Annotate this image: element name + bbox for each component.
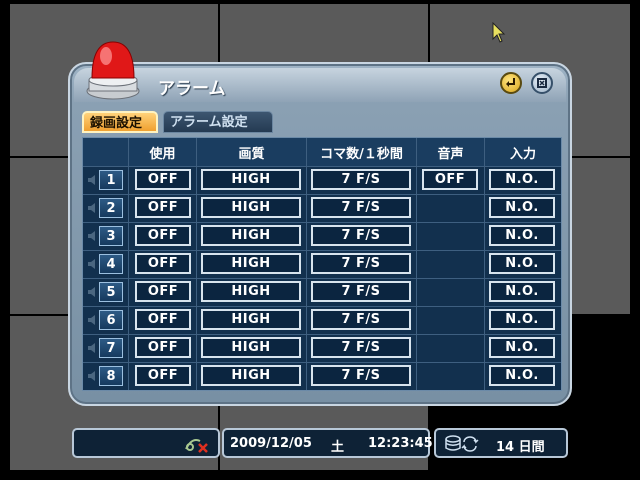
use-cell[interactable]: OFF [135, 309, 191, 330]
channel-number: 3 [99, 226, 123, 246]
channel-number: 6 [99, 310, 123, 330]
fps-cell[interactable]: 7 F/S [311, 365, 411, 386]
input-cell[interactable]: N.O. [489, 309, 555, 330]
audio-cell[interactable]: OFF [422, 169, 478, 190]
use-cell[interactable]: OFF [135, 225, 191, 246]
input-cell[interactable]: N.O. [489, 281, 555, 302]
use-cell[interactable]: OFF [135, 365, 191, 386]
speaker-icon [88, 203, 95, 213]
channel-number: 5 [99, 282, 123, 302]
table-row: 7 OFF HIGH 7 F/S N.O. [83, 334, 561, 362]
dialog-title: アラーム [158, 79, 226, 99]
use-cell[interactable]: OFF [135, 197, 191, 218]
fps-cell[interactable]: 7 F/S [311, 197, 411, 218]
speaker-icon [88, 259, 95, 269]
input-cell[interactable]: N.O. [489, 197, 555, 218]
table-row: 8 OFF HIGH 7 F/S N.O. [83, 362, 561, 390]
status-weekday: 土 [331, 440, 345, 455]
header-quality: 画質 [197, 138, 307, 166]
channel-number: 1 [99, 170, 123, 190]
table-row: 6 OFF HIGH 7 F/S N.O. [83, 306, 561, 334]
settings-table: 使用 画質 コマ数/１秒間 音声 入力 1 OFF HIGH 7 F/S OFF N.O.… [82, 137, 562, 391]
quality-cell[interactable]: HIGH [201, 225, 301, 246]
header-channel [83, 138, 129, 166]
use-cell[interactable]: OFF [135, 281, 191, 302]
close-icon [537, 78, 547, 88]
table-row: 4 OFF HIGH 7 F/S N.O. [83, 250, 561, 278]
quality-cell[interactable]: HIGH [201, 197, 301, 218]
disk-overwrite-icon [445, 435, 479, 452]
use-cell[interactable]: OFF [135, 169, 191, 190]
title-bar [74, 68, 566, 102]
quality-cell[interactable]: HIGH [201, 309, 301, 330]
quality-cell[interactable]: HIGH [201, 365, 301, 386]
enter-button[interactable] [500, 72, 522, 94]
enter-icon [506, 78, 515, 87]
input-cell[interactable]: N.O. [489, 253, 555, 274]
status-network [72, 428, 220, 458]
quality-cell[interactable]: HIGH [201, 253, 301, 274]
status-time: 12:23:45 [368, 436, 433, 451]
speaker-icon [88, 287, 95, 297]
input-cell[interactable]: N.O. [489, 169, 555, 190]
speaker-icon [88, 175, 95, 185]
table-row: 5 OFF HIGH 7 F/S N.O. [83, 278, 561, 306]
table-row: 2 OFF HIGH 7 F/S N.O. [83, 194, 561, 222]
speaker-icon [88, 231, 95, 241]
quality-cell[interactable]: HIGH [201, 337, 301, 358]
use-cell[interactable]: OFF [135, 337, 191, 358]
quality-cell[interactable]: HIGH [201, 169, 301, 190]
speaker-icon [88, 343, 95, 353]
tab-alarm-settings[interactable]: アラーム設定 [163, 111, 273, 133]
speaker-icon [88, 371, 95, 381]
fps-cell[interactable]: 7 F/S [311, 225, 411, 246]
input-cell[interactable]: N.O. [489, 365, 555, 386]
network-disconnected-icon [185, 439, 208, 453]
use-cell[interactable]: OFF [135, 253, 191, 274]
red-alarm-beacon-icon [86, 41, 140, 100]
input-cell[interactable]: N.O. [489, 337, 555, 358]
status-remaining-days: 14 日間 [496, 440, 545, 455]
close-button[interactable] [531, 72, 553, 94]
quality-cell[interactable]: HIGH [201, 281, 301, 302]
tab-recording-settings[interactable]: 録画設定 [82, 111, 158, 133]
fps-cell[interactable]: 7 F/S [311, 281, 411, 302]
channel-number: 2 [99, 198, 123, 218]
fps-cell[interactable]: 7 F/S [311, 169, 411, 190]
header-fps: コマ数/１秒間 [307, 138, 417, 166]
channel-number: 4 [99, 254, 123, 274]
fps-cell[interactable]: 7 F/S [311, 337, 411, 358]
table-row: 3 OFF HIGH 7 F/S N.O. [83, 222, 561, 250]
speaker-icon [88, 315, 95, 325]
status-date: 2009/12/05 [230, 436, 312, 451]
header-use: 使用 [129, 138, 197, 166]
fps-cell[interactable]: 7 F/S [311, 309, 411, 330]
fps-cell[interactable]: 7 F/S [311, 253, 411, 274]
input-cell[interactable]: N.O. [489, 225, 555, 246]
header-audio: 音声 [417, 138, 485, 166]
status-datetime: 2009/12/05 土 12:23:45 [222, 428, 433, 458]
header-input: 入力 [485, 138, 561, 166]
table-row: 1 OFF HIGH 7 F/S OFF N.O. [83, 166, 561, 194]
mouse-cursor-icon [492, 22, 506, 43]
status-disk: 14 日間 [434, 428, 568, 458]
channel-number: 8 [99, 366, 123, 386]
channel-number: 7 [99, 338, 123, 358]
